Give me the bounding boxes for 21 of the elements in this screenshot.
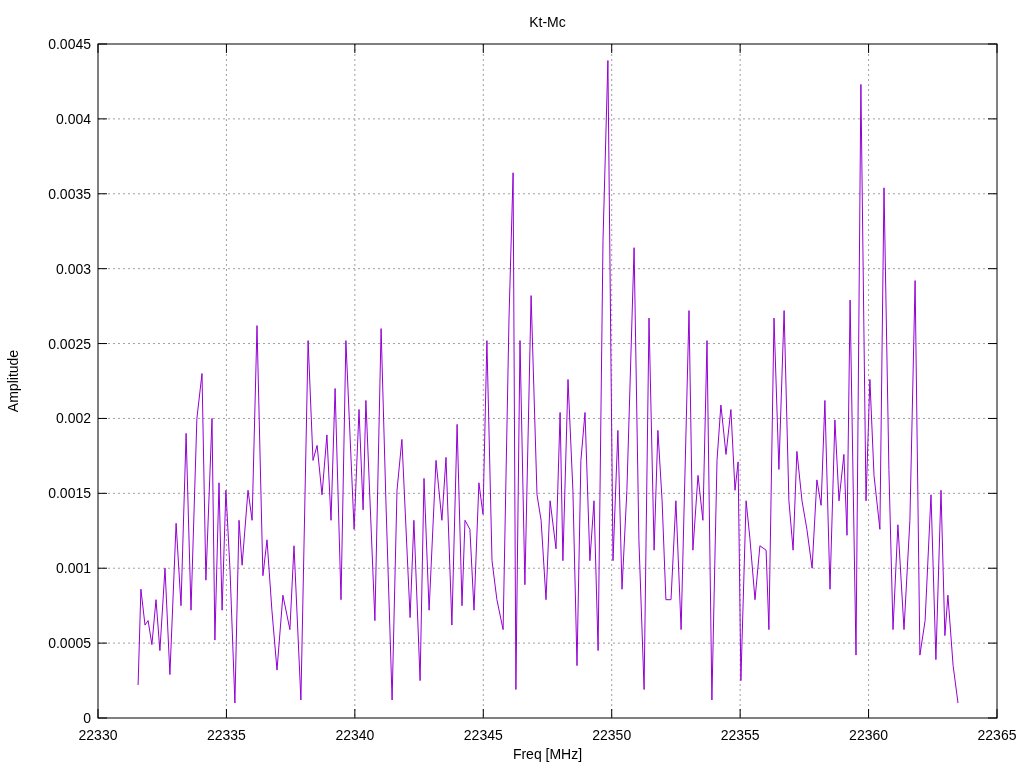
y-tick-label: 0.0045 bbox=[48, 36, 91, 52]
x-tick-label: 22340 bbox=[335, 727, 375, 743]
y-tick-label: 0.0005 bbox=[48, 635, 91, 652]
y-tick-label: 0.0015 bbox=[48, 485, 91, 502]
y-tick-label: 0.0035 bbox=[48, 185, 91, 202]
y-tick-label: 0.004 bbox=[55, 110, 91, 127]
y-axis-label: Amplitude bbox=[5, 349, 21, 413]
x-tick-label: 22335 bbox=[206, 727, 246, 743]
y-tick-label: 0 bbox=[83, 710, 91, 726]
x-tick-label: 22330 bbox=[78, 727, 118, 743]
x-tick-label: 22345 bbox=[463, 727, 503, 743]
x-tick-label: 22360 bbox=[849, 727, 889, 743]
y-tick-label: 0.001 bbox=[55, 560, 91, 577]
y-tick-label: 0.0025 bbox=[48, 335, 91, 352]
x-axis-label: Freq [MHz] bbox=[512, 746, 583, 762]
x-tick-label: 22350 bbox=[592, 727, 632, 743]
y-tick-label: 0.003 bbox=[55, 260, 91, 277]
y-tick-label: 0.002 bbox=[55, 410, 91, 427]
x-tick-label: 22365 bbox=[977, 727, 1017, 743]
chart-title: Kt-Mc bbox=[529, 14, 566, 30]
x-tick-label: 22355 bbox=[720, 727, 760, 743]
